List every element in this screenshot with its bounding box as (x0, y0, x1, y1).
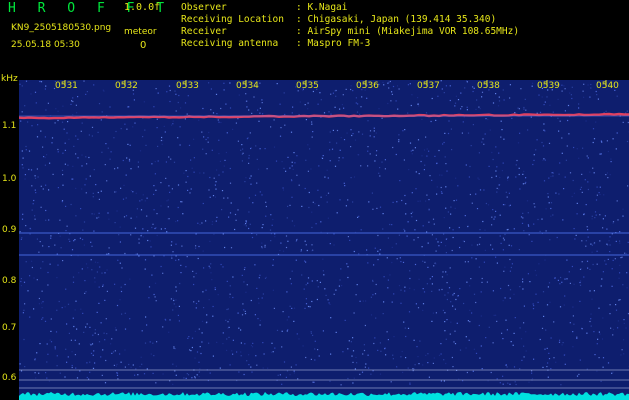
x-tick-label: 0540 (596, 81, 619, 91)
antenna-label: Receiving antenna (181, 38, 279, 49)
spectrogram-plot (19, 80, 629, 400)
location-value: : Chigasaki, Japan (139.414 35.340) (296, 14, 497, 25)
x-tick-label: 0536 (356, 81, 379, 91)
receiver-value: : AirSpy mini (Miakejima VOR 108.65MHz) (296, 26, 520, 37)
spectrogram-canvas (19, 80, 629, 400)
x-tick-label: 0539 (537, 81, 560, 91)
y-tick-label: 1.0 (2, 174, 17, 184)
x-tick-label: 0538 (477, 81, 500, 91)
version-label: 1.0.0f (124, 2, 161, 13)
y-tick-label: 1.1 (2, 121, 17, 131)
y-tick-label: 0.6 (2, 373, 17, 383)
x-tick-label: 0531 (55, 81, 78, 91)
x-tick-label: 0537 (417, 81, 440, 91)
observer-label: Observer (181, 2, 227, 13)
noise-floor-trace (19, 392, 629, 400)
x-tick-label: 0533 (176, 81, 199, 91)
observer-value: : K.Nagai (296, 2, 348, 13)
meteor-count: 0 (140, 40, 147, 51)
x-tick-label: 0535 (296, 81, 319, 91)
y-tick-label: 0.7 (2, 323, 17, 333)
axis-unit-label: kHz (1, 74, 18, 84)
antenna-value: : Maspro FM-3 (296, 38, 371, 49)
x-tick-label: 0532 (115, 81, 138, 91)
header-panel: H R O F F T 1.0.0f KN9_2505180530.png me… (0, 0, 629, 73)
x-tick-marks (64, 80, 607, 86)
y-tick-label: 0.8 (2, 276, 17, 286)
location-label: Receiving Location (181, 14, 284, 25)
datetime-label: 25.05.18 05:30 (11, 40, 80, 50)
meteor-label: meteor (124, 27, 157, 37)
y-tick-label: 0.9 (2, 225, 17, 235)
filename-label: KN9_2505180530.png (11, 23, 112, 33)
x-tick-label: 0534 (236, 81, 259, 91)
receiver-label: Receiver (181, 26, 227, 37)
